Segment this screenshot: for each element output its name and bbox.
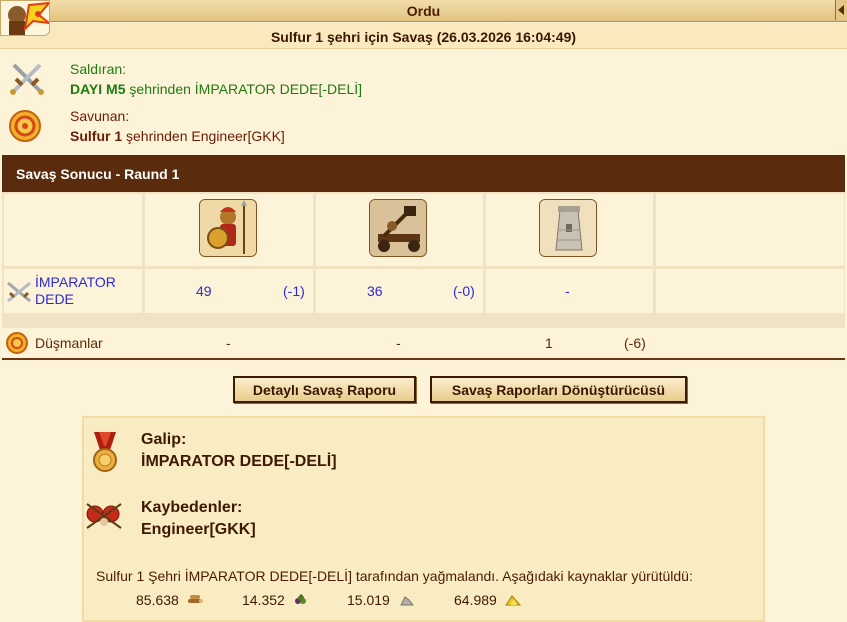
attacker-unit-loss: (-1) [283, 283, 305, 299]
winner-name: İMPARATOR DEDE[-DELİ] [141, 453, 337, 470]
attacker-unit-count: 49 [196, 283, 212, 299]
defender-player[interactable]: Engineer[GKK] [191, 128, 284, 144]
marble-icon [399, 593, 415, 606]
marble-amount: 15.019 [347, 592, 390, 608]
attacker-unit-count: 36 [367, 283, 383, 299]
hoplite-icon[interactable] [199, 199, 257, 257]
window-title: Ordu [406, 3, 441, 19]
attacker-unit-count: - [565, 283, 570, 299]
enemy-unit-count: 1 [545, 335, 553, 351]
enemy-unit-count: - [396, 335, 401, 351]
wine-amount: 14.352 [242, 592, 285, 608]
collapse-button[interactable] [835, 0, 847, 20]
crossed-swords-icon [5, 280, 33, 304]
defender-from-text: şehrinden [122, 128, 192, 144]
enemy-unit-loss: (-6) [624, 335, 646, 351]
battle-result-header: Savaş Sonucu - Raund 1 [2, 155, 845, 192]
attacker-name-line2: DEDE [35, 291, 74, 307]
grid-empty-cell [656, 194, 844, 266]
window-titlebar: Ordu [0, 0, 847, 22]
sulfur-icon [505, 593, 522, 606]
table-bottom-divider [2, 358, 845, 360]
defender-city[interactable]: Sulfur 1 [70, 128, 122, 144]
battle-summary-panel: Galip: İMPARATOR DEDE[-DELİ] Kaybedenler… [82, 416, 765, 622]
losers-label: Kaybedenler: [141, 499, 243, 516]
attacker-player[interactable]: İMPARATOR DEDE[-DELİ] [195, 81, 362, 97]
winner-label: Galip: [141, 431, 187, 448]
enemies-label: Düşmanlar [35, 335, 103, 351]
grid-empty-cell [656, 269, 844, 313]
grid-corner-cell [4, 194, 142, 266]
report-title: Sulfur 1 şehri için Savaş (26.03.2026 16… [0, 23, 847, 49]
defender-label: Savunan: [70, 108, 130, 124]
attacker-label: Saldıran: [70, 61, 127, 77]
shield-icon [5, 332, 29, 354]
defender-origin: Sulfur 1 şehrinden Engineer[GKK] [70, 128, 285, 144]
attacker-name-line1: İMPARATOR [35, 274, 116, 290]
wood-amount: 85.638 [136, 592, 179, 608]
attacker-city[interactable]: DAYI M5 [70, 81, 126, 97]
defender-section: Savunan: Sulfur 1 şehrinden Engineer[GKK… [8, 106, 608, 150]
enemy-unit-count: - [226, 335, 231, 351]
wine-icon [293, 593, 309, 605]
report-converter-button[interactable]: Savaş Raporları Dönüştürücüsü [430, 376, 687, 403]
losers-icon [84, 500, 124, 532]
crossed-swords-icon [8, 59, 46, 97]
losers-name: Engineer[GKK] [141, 521, 256, 538]
attacker-origin: DAYI M5 şehrinden İMPARATOR DEDE[-DELİ] [70, 81, 362, 97]
plunder-message: Sulfur 1 Şehri İMPARATOR DEDE[-DELİ] tar… [96, 568, 693, 584]
catapult-icon[interactable] [369, 199, 427, 257]
attacker-player-link[interactable]: İMPARATOR DEDE [35, 274, 116, 308]
wood-icon [187, 593, 203, 605]
grid-empty-cell [656, 330, 844, 356]
sulfur-amount: 64.989 [454, 592, 497, 608]
attacker-from-text: şehrinden [125, 81, 195, 97]
army-app-icon[interactable] [0, 0, 50, 36]
attacker-unit-loss: (-0) [453, 283, 475, 299]
shield-icon [8, 106, 46, 144]
wall-tower-icon[interactable] [539, 199, 597, 257]
winner-medal-icon [90, 432, 120, 474]
detailed-report-button[interactable]: Detaylı Savaş Raporu [233, 376, 416, 403]
attacker-section: Saldıran: DAYI M5 şehrinden İMPARATOR DE… [8, 59, 608, 103]
